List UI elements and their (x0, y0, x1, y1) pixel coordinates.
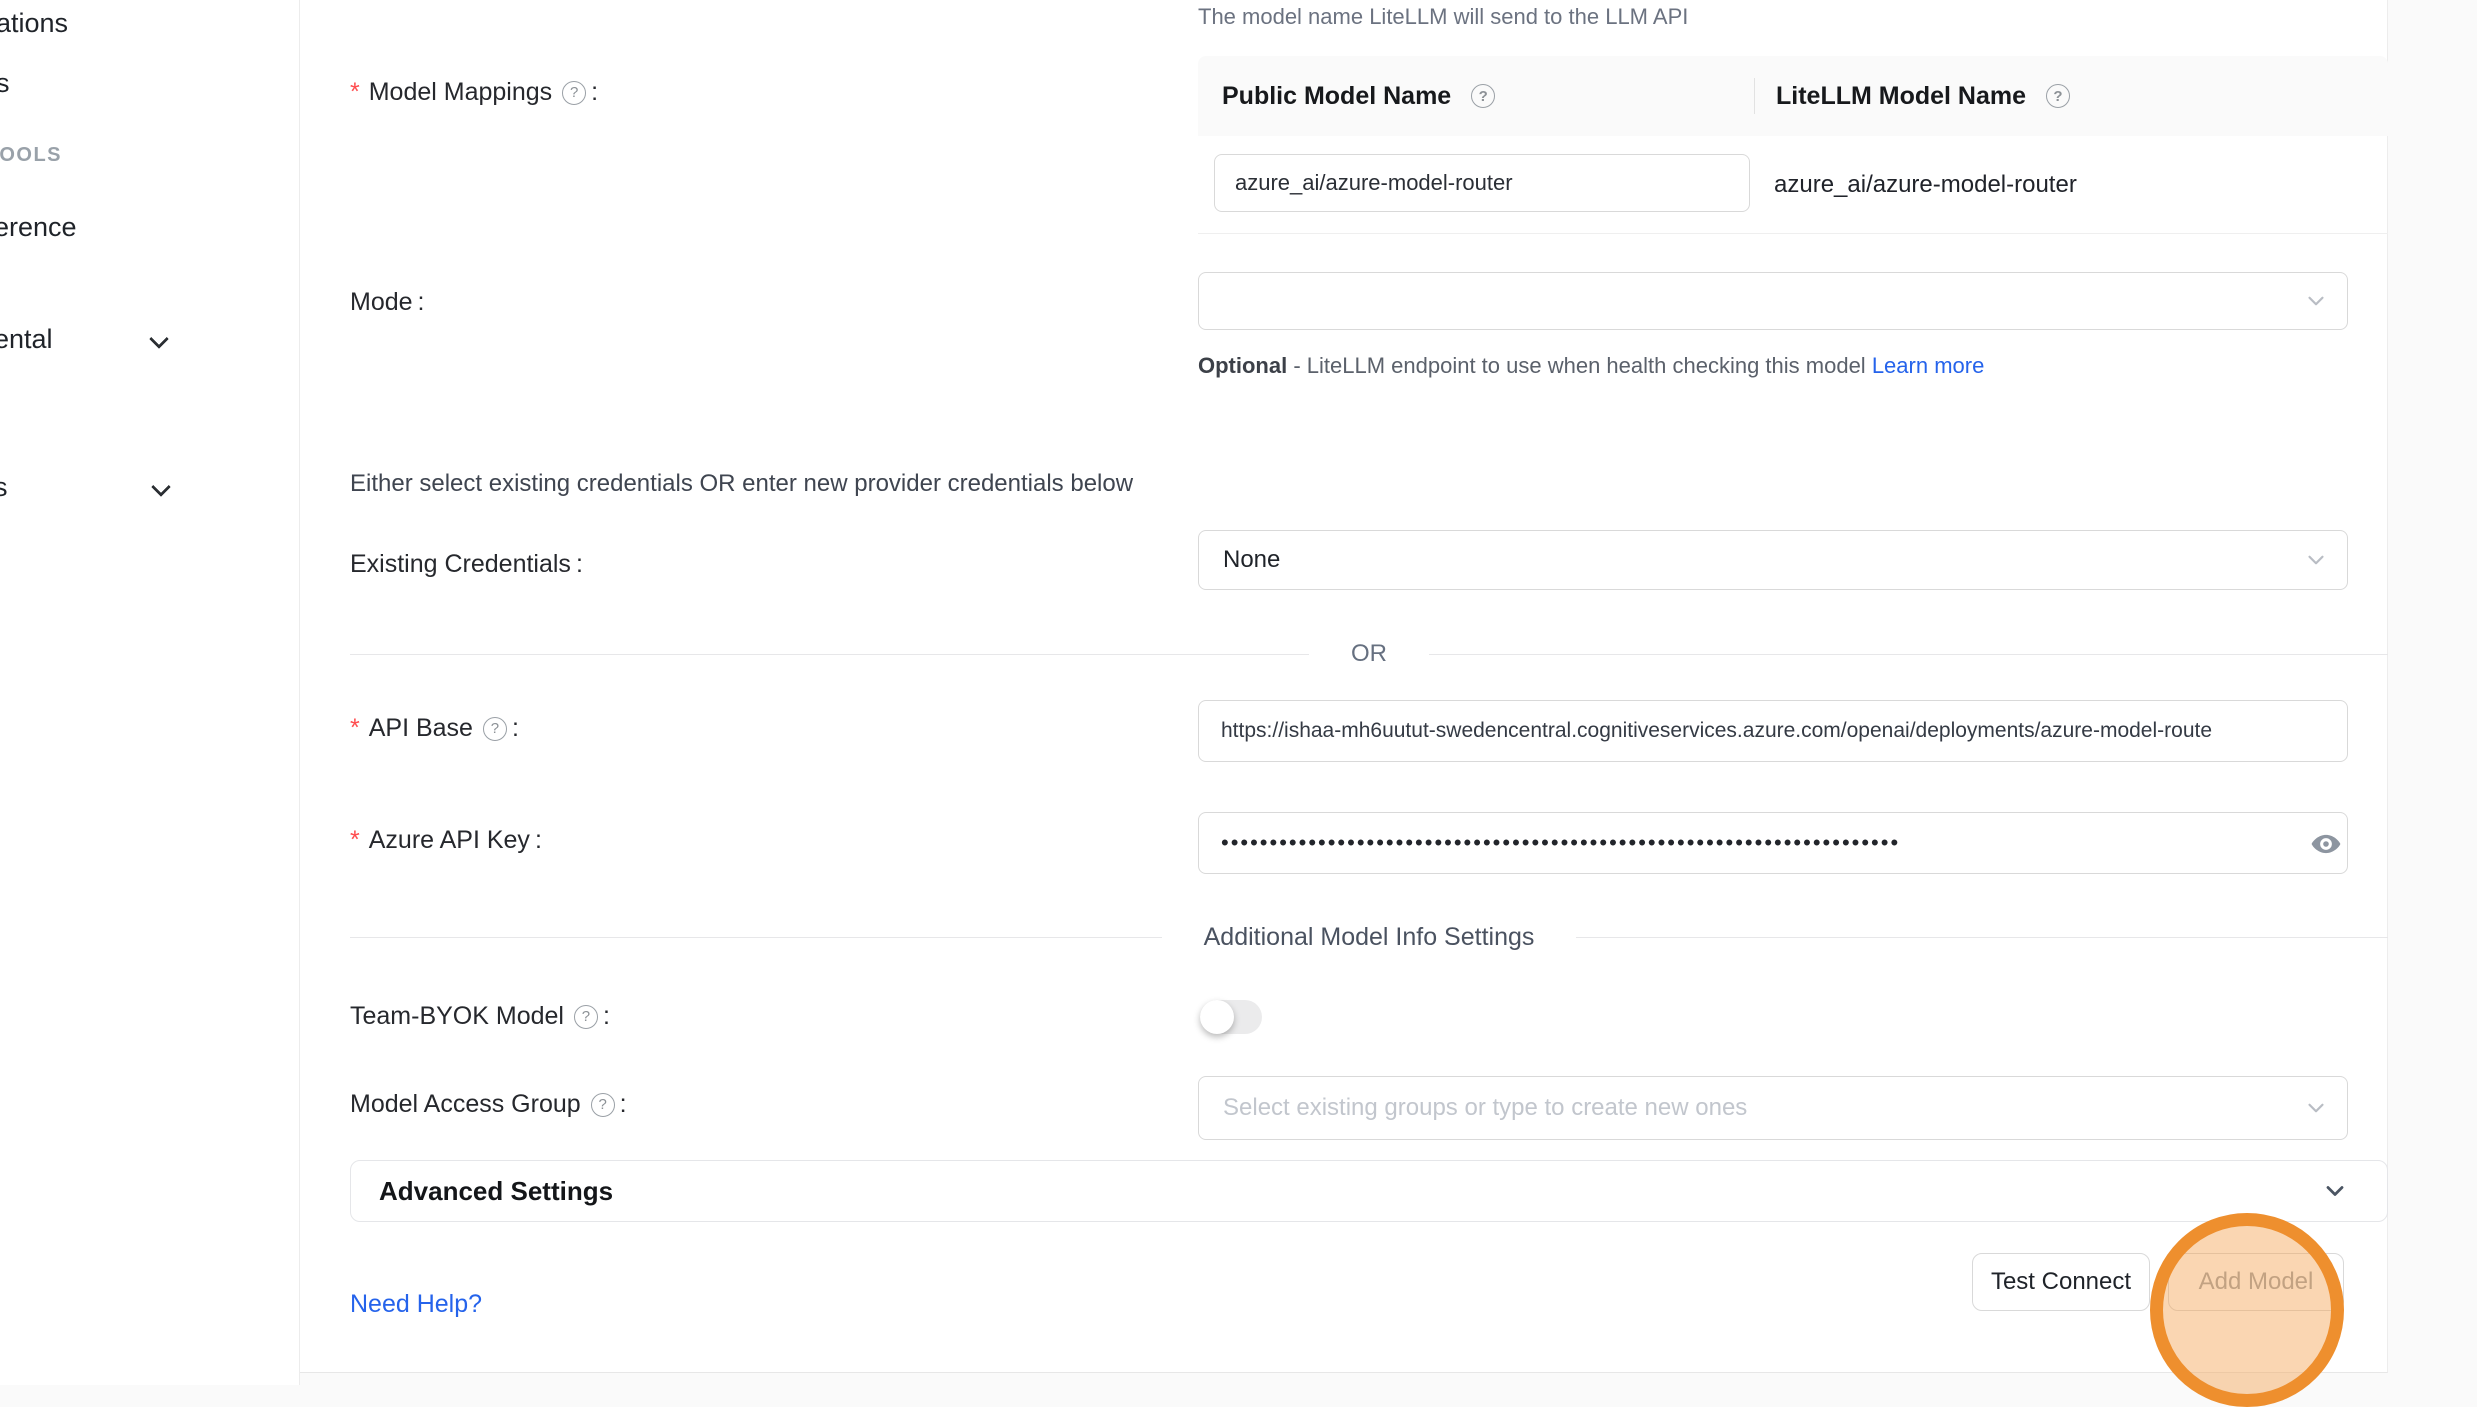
model-access-group-select[interactable]: Select existing groups or type to create… (1198, 1076, 2348, 1140)
sidebar-item-label: ations (0, 8, 68, 38)
api-base-input[interactable] (1198, 700, 2348, 762)
azure-api-key-input[interactable] (1198, 812, 2348, 874)
or-divider-text: OR (1309, 640, 1429, 668)
help-icon[interactable]: ? (591, 1093, 615, 1117)
eye-icon[interactable] (2310, 828, 2342, 860)
label-colon: : (620, 1090, 627, 1119)
need-help-link[interactable]: Need Help? (350, 1290, 482, 1319)
add-model-button[interactable]: Add Model (2168, 1253, 2344, 1311)
sidebar-item[interactable]: s (0, 68, 10, 99)
chevron-down-icon (2303, 288, 2329, 314)
add-model-form: The model name LiteLLM will send to the … (300, 0, 2388, 1373)
chevron-down-icon (151, 477, 171, 497)
required-asterisk: * (350, 826, 360, 855)
sidebar-item-label: erence (0, 212, 77, 242)
credentials-note: Either select existing credentials OR en… (350, 470, 1133, 498)
team-byok-toggle[interactable] (1200, 1000, 1262, 1034)
label-colon: : (576, 550, 583, 579)
litellm-model-name-header: LiteLLM Model Name ? (1754, 82, 2070, 111)
team-byok-label: Team-BYOK Model ? : (350, 1002, 610, 1031)
sidebar: ations s TOOLS erence ental s (0, 0, 300, 1385)
sidebar-section-label: TOOLS (0, 144, 62, 166)
sidebar-item-label: s (0, 472, 8, 502)
chevron-down-icon (2303, 547, 2329, 573)
chevron-down-icon (2303, 1095, 2329, 1121)
learn-more-link[interactable]: Learn more (1872, 353, 1985, 378)
model-access-group-label: Model Access Group ? : (350, 1090, 627, 1119)
sidebar-item-organizations[interactable]: ations (0, 8, 68, 39)
label-colon: : (535, 826, 542, 855)
toggle-knob (1200, 1000, 1234, 1034)
help-icon[interactable]: ? (574, 1005, 598, 1029)
litellm-model-name-value: azure_ai/azure-model-router (1774, 136, 2077, 234)
model-mappings-table-header: Public Model Name ? LiteLLM Model Name ? (1198, 56, 2388, 136)
additional-settings-divider-text: Additional Model Info Settings (1162, 923, 1577, 952)
help-icon[interactable]: ? (2046, 84, 2070, 108)
label-colon: : (603, 1002, 610, 1031)
public-model-name-input[interactable] (1214, 154, 1750, 212)
sidebar-item-experimental[interactable]: ental (0, 324, 53, 355)
mode-label: Mode : (350, 288, 425, 317)
advanced-settings-panel[interactable]: Advanced Settings (350, 1160, 2388, 1222)
api-base-label: * API Base ? : (350, 714, 519, 743)
help-icon[interactable]: ? (1471, 84, 1495, 108)
sidebar-item-label: s (0, 68, 10, 98)
model-mapping-row: azure_ai/azure-model-router (1198, 136, 2388, 234)
header-divider (1754, 78, 1755, 114)
test-connect-button[interactable]: Test Connect (1972, 1253, 2150, 1311)
sidebar-section-tools: TOOLS (0, 144, 62, 167)
help-icon[interactable]: ? (483, 717, 507, 741)
optional-emphasis: Optional (1198, 353, 1287, 378)
model-mappings-label: * Model Mappings ? : (350, 78, 598, 107)
model-name-helper-text: The model name LiteLLM will send to the … (1198, 4, 1688, 30)
model-access-group-placeholder: Select existing groups or type to create… (1223, 1094, 1747, 1122)
required-asterisk: * (350, 78, 360, 107)
help-icon[interactable]: ? (562, 81, 586, 105)
or-divider: OR (350, 640, 2388, 668)
required-asterisk: * (350, 714, 360, 743)
chevron-down-icon (149, 329, 169, 349)
sidebar-item-settings[interactable]: s (0, 472, 8, 503)
mode-select[interactable] (1198, 272, 2348, 330)
public-model-name-header: Public Model Name ? (1198, 82, 1754, 111)
screen: ations s TOOLS erence ental s The model … (0, 0, 2477, 1385)
label-colon: : (591, 78, 598, 107)
additional-settings-divider: Additional Model Info Settings (350, 922, 2388, 952)
model-mappings-table: Public Model Name ? LiteLLM Model Name ?… (1198, 56, 2388, 234)
sidebar-item-inference[interactable]: erence (0, 212, 77, 243)
existing-credentials-value: None (1223, 546, 1280, 574)
existing-credentials-label: Existing Credentials : (350, 550, 583, 579)
advanced-settings-title: Advanced Settings (379, 1176, 2321, 1207)
chevron-down-icon (2321, 1177, 2349, 1205)
azure-api-key-label: * Azure API Key : (350, 826, 542, 855)
label-colon: : (512, 714, 519, 743)
label-colon: : (418, 288, 425, 317)
sidebar-item-label: ental (0, 324, 53, 354)
mode-helper-text: Optional - LiteLLM endpoint to use when … (1198, 346, 2020, 385)
existing-credentials-select[interactable]: None (1198, 530, 2348, 590)
